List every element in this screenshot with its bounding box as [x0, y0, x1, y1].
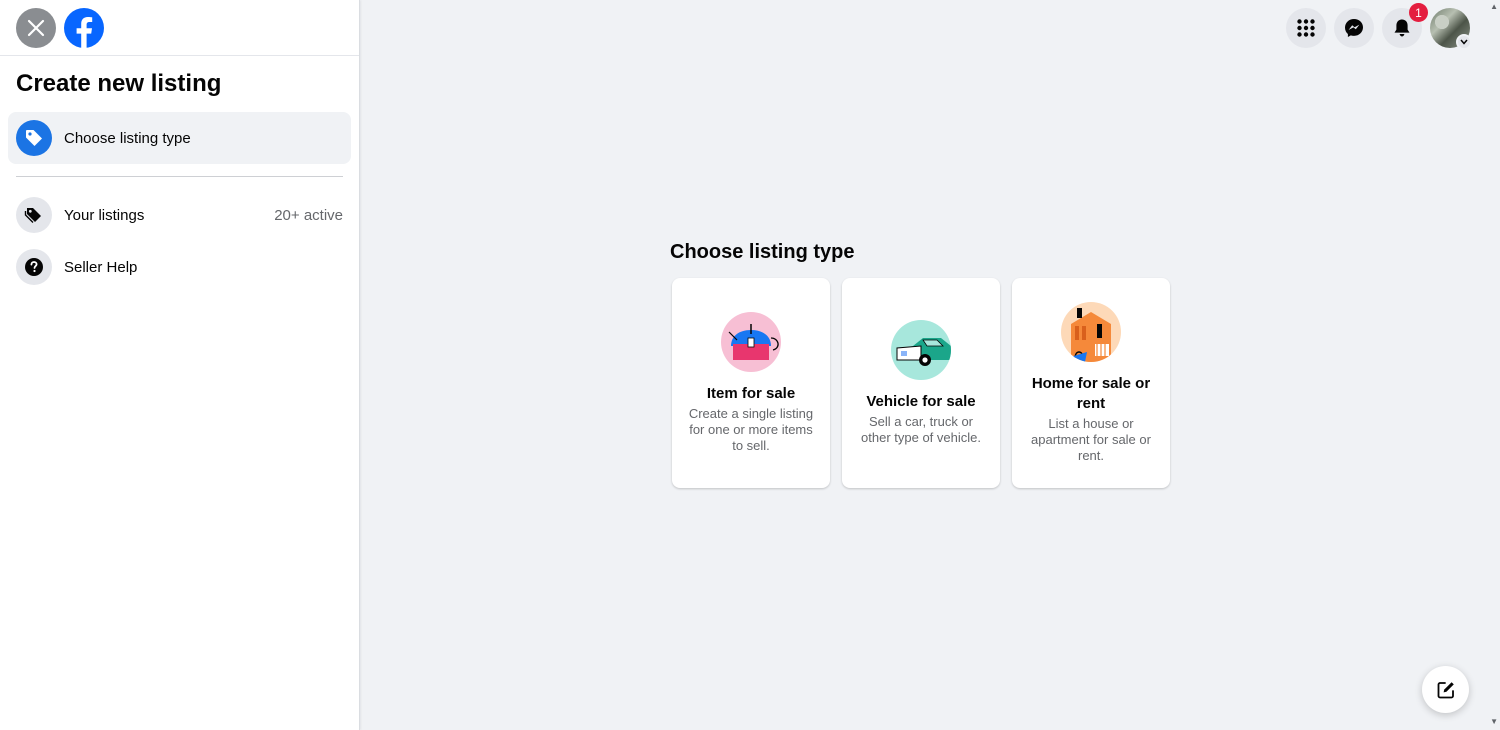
- messenger-icon: [1345, 19, 1363, 37]
- sidebar-item-choose-listing-type[interactable]: Choose listing type: [8, 112, 351, 164]
- listings-count: 20+ active: [274, 206, 343, 224]
- card-title: Vehicle for sale: [866, 393, 976, 410]
- sidebar-item-seller-help[interactable]: Seller Help: [8, 241, 351, 293]
- sidebar-item-label: Your listings: [64, 206, 145, 224]
- scroll-down-arrow-icon[interactable]: ▼: [1490, 717, 1498, 726]
- card-description: List a house or apartment for sale or re…: [1031, 416, 1151, 463]
- menu-button[interactable]: [1286, 8, 1326, 48]
- card-title: Item for sale: [706, 385, 796, 402]
- bell-icon: [1394, 19, 1410, 37]
- car-illustration-icon: [891, 320, 951, 380]
- facebook-logo-icon[interactable]: [64, 7, 104, 48]
- account-avatar[interactable]: [1430, 8, 1472, 50]
- new-message-button[interactable]: [1422, 666, 1469, 713]
- sidebar-title: Create new listing: [16, 70, 222, 97]
- tag-icon: [16, 120, 52, 156]
- messenger-button[interactable]: [1334, 8, 1374, 48]
- card-title: Home for sale or rent: [1031, 375, 1151, 412]
- sidebar-item-your-listings[interactable]: Your listings 20+ active: [8, 189, 351, 241]
- house-illustration-icon: [1061, 302, 1121, 362]
- sidebar: Create new listing Choose listing type Y…: [0, 0, 360, 730]
- kettle-illustration-icon: [721, 312, 781, 372]
- top-nav: 1: [1286, 3, 1472, 50]
- sidebar-header: [0, 0, 359, 56]
- question-icon: [16, 249, 52, 285]
- scroll-up-arrow-icon[interactable]: ▲: [1490, 2, 1498, 11]
- chevron-down-icon: [1456, 34, 1472, 50]
- listing-type-cards: Item for sale Create a single listing fo…: [672, 278, 1170, 488]
- card-description: Sell a car, truck or other type of vehic…: [861, 414, 981, 445]
- sidebar-divider: [16, 176, 343, 177]
- card-item-for-sale[interactable]: Item for sale Create a single listing fo…: [672, 278, 830, 488]
- close-icon: [27, 19, 45, 36]
- card-home-for-sale-or-rent[interactable]: Home for sale or rent List a house or ap…: [1012, 278, 1170, 488]
- notifications-button[interactable]: 1: [1382, 3, 1428, 48]
- compose-icon: [1437, 681, 1454, 698]
- card-vehicle-for-sale[interactable]: Vehicle for sale Sell a car, truck or ot…: [842, 278, 1000, 488]
- sidebar-item-label: Seller Help: [64, 258, 138, 276]
- card-description: Create a single listing for one or more …: [688, 406, 814, 453]
- close-button[interactable]: [16, 7, 56, 48]
- tags-icon: [16, 197, 52, 233]
- page-title: Choose listing type: [670, 241, 855, 263]
- sidebar-item-label: Choose listing type: [64, 129, 191, 147]
- menu-grid-icon: [1297, 19, 1315, 37]
- notification-badge: 1: [1409, 3, 1428, 22]
